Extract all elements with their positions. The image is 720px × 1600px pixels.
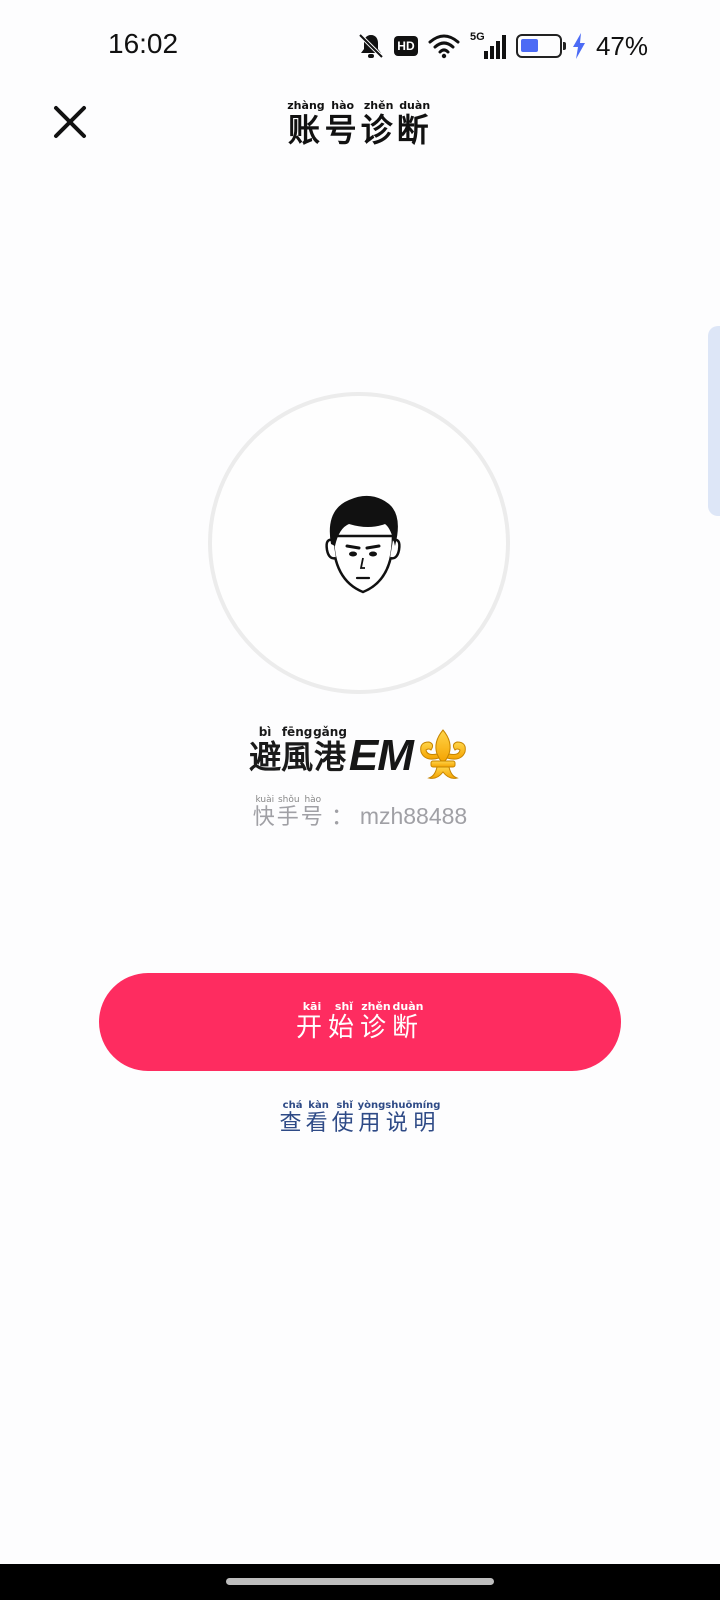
pinyin: kuài	[252, 795, 277, 805]
battery-percent: 47%	[595, 30, 648, 61]
start-diagnosis-button[interactable]: 开kāi始shǐ诊zhěn断duàn	[99, 973, 621, 1071]
view-instructions-label: 查chá看kàn使shǐ用yòng说shuō明míng	[279, 1100, 441, 1136]
ruby-char: 用yòng	[357, 1100, 386, 1136]
pinyin: hào	[324, 99, 361, 112]
pinyin: kàn	[305, 1100, 332, 1111]
bell-muted-icon	[358, 33, 384, 59]
ruby-char: 诊zhěn	[360, 999, 393, 1043]
pinyin: zhěn	[360, 999, 392, 1013]
pinyin: fēng	[281, 725, 314, 739]
pinyin: hào	[300, 795, 325, 805]
cartoon-boy-avatar-icon	[325, 495, 401, 594]
account-diagnosis-screen: 16:02 HD 5G 47% 账zhàng号hào诊zhěn断duàn 避bì…	[0, 0, 720, 1600]
pinyin: míng	[412, 1100, 441, 1111]
ruby-char: 查chá	[279, 1100, 306, 1136]
page-title-text: 账zhàng号hào诊zhěn断duàn	[287, 99, 433, 149]
ruby-char: 風fēng	[281, 725, 314, 776]
ruby-char: 避bì	[249, 725, 282, 776]
edge-drawer-handle[interactable]	[708, 326, 720, 516]
account-id-label: 快kuài手shǒu号hào	[253, 795, 325, 831]
charging-bolt-icon	[572, 33, 585, 59]
pinyin: bì	[249, 725, 282, 739]
ruby-char: 手shǒu	[276, 795, 301, 830]
nickname-chinese: 避bì風fēng港gǎng	[249, 725, 347, 778]
ruby-char: 始shǐ	[327, 999, 360, 1043]
pinyin: kāi	[295, 999, 328, 1013]
pinyin: gǎng	[313, 725, 347, 739]
fleur-de-lis-icon	[420, 729, 466, 779]
ruby-char: 诊zhěn	[360, 99, 397, 149]
account-id-row: 快kuài手shǒu号hào ： mzh88488	[0, 795, 720, 831]
pinyin: duàn	[392, 999, 425, 1013]
status-bar: 16:02 HD 5G 47%	[0, 0, 720, 92]
ruby-char: 说shuō	[385, 1100, 413, 1136]
start-diagnosis-label: 开kāi始shǐ诊zhěn断duàn	[295, 999, 425, 1044]
pinyin: shǒu	[276, 795, 301, 805]
account-id-separator: ：	[330, 803, 354, 829]
ruby-char: 账zhàng	[287, 99, 325, 149]
home-indicator[interactable]	[226, 1578, 494, 1585]
account-id-value: mzh88488	[359, 803, 468, 829]
ruby-char: 号hào	[324, 99, 361, 149]
battery-icon	[515, 34, 566, 58]
ruby-char: 看kàn	[305, 1100, 332, 1136]
pinyin: shuō	[385, 1100, 413, 1111]
pinyin: shǐ	[327, 999, 360, 1013]
ruby-char: 断duàn	[392, 999, 425, 1043]
ruby-char: 港gǎng	[313, 725, 347, 776]
network-label: 5G	[469, 31, 485, 43]
pinyin: duàn	[396, 99, 433, 112]
page-title: 账zhàng号hào诊zhěn断duàn	[0, 99, 720, 151]
hd-icon: HD	[393, 36, 418, 56]
status-time: 16:02	[108, 28, 179, 59]
nickname-suffix: EM	[348, 731, 414, 780]
ruby-char: 快kuài	[252, 795, 277, 830]
ruby-char: 号hào	[300, 795, 325, 830]
pinyin: chá	[279, 1100, 306, 1111]
pinyin: zhàng	[287, 99, 325, 112]
view-instructions-link[interactable]: 查chá看kàn使shǐ用yòng说shuō明míng	[0, 1100, 720, 1137]
pinyin: zhěn	[360, 99, 397, 112]
signal-5g-icon: 5G	[469, 31, 506, 59]
ruby-char: 明míng	[412, 1100, 441, 1136]
pinyin: yòng	[357, 1100, 386, 1111]
ruby-char: 开kāi	[295, 999, 328, 1043]
status-icons: HD 5G 47%	[358, 30, 648, 62]
profile-nickname: 避bì風fēng港gǎng EM	[0, 725, 720, 780]
pinyin: shǐ	[331, 1100, 358, 1111]
ruby-char: 断duàn	[396, 99, 433, 149]
battery-fill	[520, 39, 538, 52]
ruby-char: 使shǐ	[331, 1100, 358, 1136]
avatar-ring	[208, 392, 510, 694]
system-nav-bar	[0, 1564, 720, 1600]
wifi-icon	[428, 34, 460, 59]
